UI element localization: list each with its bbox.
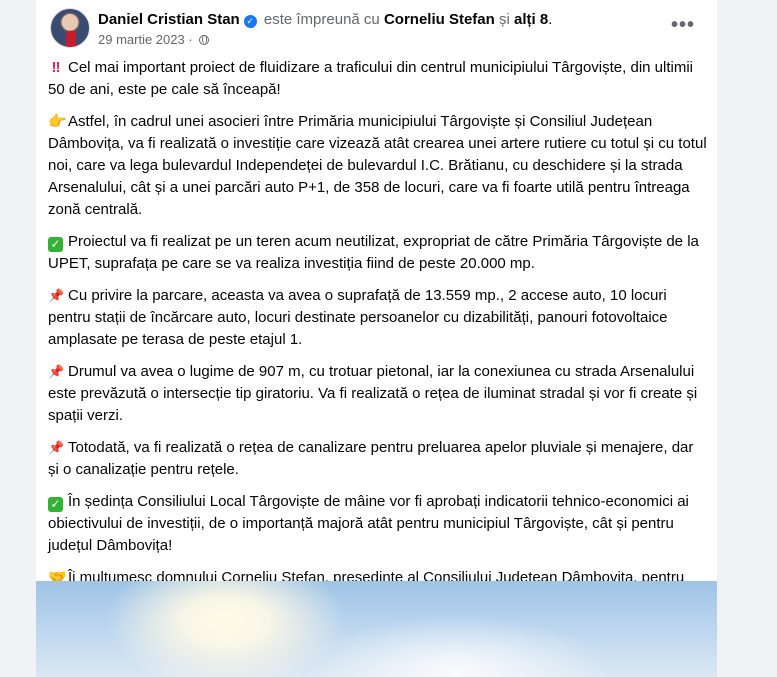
period: . [548, 11, 553, 28]
pushpin-icon: 📌 [48, 440, 65, 455]
author-name[interactable]: Daniel Cristian Stan [98, 11, 240, 28]
pushpin-icon: 📌 [48, 288, 65, 303]
post-photo[interactable] [36, 581, 717, 677]
paragraph: 📌 Drumul va avea o lugime de 907 m, cu tr… [48, 361, 708, 427]
post-meta: 29 martie 2023 · [98, 31, 210, 49]
and-text: și [498, 11, 510, 28]
tagged-person[interactable]: Corneliu Stefan [384, 11, 495, 28]
post-date[interactable]: 29 martie 2023 [98, 32, 185, 47]
double-exclamation-icon: ‼ [51, 59, 61, 76]
paragraph-text: În ședința Consiliului Local Târgoviște … [48, 493, 689, 554]
paragraph: ‼ Cel mai important proiect de fluidizare… [48, 57, 708, 101]
globe-icon[interactable] [199, 35, 210, 45]
paragraph-text: Cel mai important proiect de fluidizare … [48, 59, 693, 98]
meta-dot: · [184, 32, 197, 47]
more-options-icon[interactable]: ••• [665, 14, 701, 42]
paragraph-text: Totodată, va fi realizată o rețea de can… [48, 439, 694, 478]
pushpin-icon: 📌 [48, 364, 65, 379]
paragraph-text: Astfel, în cadrul unei asocieri între Pr… [48, 113, 707, 218]
check-mark-icon: ✓ [48, 237, 63, 252]
paragraph: 👉Astfel, în cadrul unei asocieri între P… [48, 111, 708, 221]
post-card: Daniel Cristian Stan ✓ este împreună cu C… [36, 0, 717, 677]
paragraph: 📌 Totodată, va fi realizată o rețea de ca… [48, 437, 708, 481]
with-text: este împreună cu [263, 11, 380, 28]
paragraph: ✓ În ședința Consiliului Local Târgoviște… [48, 491, 708, 557]
paragraph-text: Proiectul va fi realizat pe un teren acu… [48, 233, 699, 272]
verified-badge-icon: ✓ [243, 15, 257, 28]
paragraph-text: Cu privire la parcare, aceasta va avea o… [48, 287, 668, 348]
pointing-hand-icon: 👉 [48, 113, 67, 130]
post-header-line: Daniel Cristian Stan ✓ este împreună cu C… [98, 10, 552, 30]
paragraph: ✓ Proiectul va fi realizat pe un teren ac… [48, 231, 708, 275]
paragraph: 📌 Cu privire la parcare, aceasta va avea … [48, 285, 708, 351]
others-link[interactable]: alți 8 [514, 11, 548, 28]
post-text: ‼ Cel mai important proiect de fluidizare… [48, 57, 708, 643]
paragraph-text: Drumul va avea o lugime de 907 m, cu tro… [48, 363, 698, 424]
check-mark-icon: ✓ [48, 497, 63, 512]
author-avatar[interactable] [50, 8, 90, 48]
post-header: Daniel Cristian Stan ✓ este împreună cu C… [50, 8, 703, 52]
